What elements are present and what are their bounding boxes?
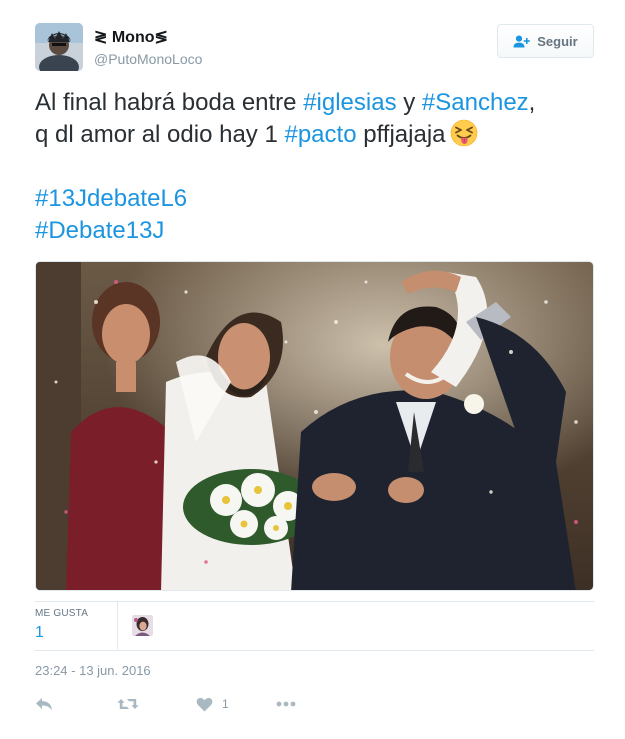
heart-icon [196,697,213,712]
liker-avatar[interactable] [132,615,153,636]
stats-separator [117,602,118,649]
tweet-actions: 1 [35,692,335,716]
retweet-icon [117,696,139,712]
add-user-icon [513,35,531,48]
tweet: ≷ Mono≶ @PutoMonoLoco Seguir Al final ha… [0,0,625,739]
tweet-photo[interactable] [35,261,594,591]
display-name[interactable]: ≷ Mono≶ [94,28,202,48]
stats-bottom-divider [35,650,594,651]
hashtag-link[interactable]: #Debate13J [35,217,164,244]
follow-button[interactable]: Seguir [497,24,594,58]
more-icon [276,701,296,707]
hashtag-link[interactable]: #Sanchez [422,89,529,116]
reply-button[interactable] [35,692,53,716]
likes-stat[interactable]: ME GUSTA 1 [35,608,115,644]
tweet-line-2: q dl amor al odio hay 1 #pacto pffjajaja [35,119,600,151]
tweet-line-3: #13JdebateL6 [35,183,600,215]
more-button[interactable] [276,692,296,716]
screen-name[interactable]: @PutoMonoLoco [94,50,202,68]
tweet-text-segment: pffjajaja [356,121,446,148]
tweet-line-4: #Debate13J [35,215,600,247]
user-avatar[interactable] [35,23,83,71]
hashtag-link[interactable]: #iglesias [303,89,396,116]
retweet-button[interactable] [117,692,139,716]
follow-button-label: Seguir [537,33,578,49]
hashtag-link[interactable]: #pacto [284,121,356,148]
tweet-text-segment: , [528,89,536,116]
tweet-text-segment: Al final habrá boda entre [35,89,304,116]
likes-label: ME GUSTA [35,608,89,619]
reply-icon [35,696,53,712]
tweet-text-segment: q dl amor al odio hay 1 [35,121,285,148]
tweet-timestamp[interactable]: 23:24 - 13 jun. 2016 [35,662,151,680]
hashtag-link[interactable]: #13JdebateL6 [35,185,187,212]
likes-count: 1 [35,624,44,641]
like-button[interactable]: 1 [196,692,229,716]
tweet-text-segment: y [396,89,422,116]
user-names: ≷ Mono≶ @PutoMonoLoco [94,28,202,68]
tweet-stats: ME GUSTA 1 [35,602,594,650]
text-spacer [35,151,600,183]
tweet-text: Al final habrá boda entre #iglesias y #S… [35,87,600,247]
squinting-tongue-emoji-icon [450,119,478,147]
tweet-line-1: Al final habrá boda entre #iglesias y #S… [35,87,600,119]
like-count: 1 [222,697,229,711]
